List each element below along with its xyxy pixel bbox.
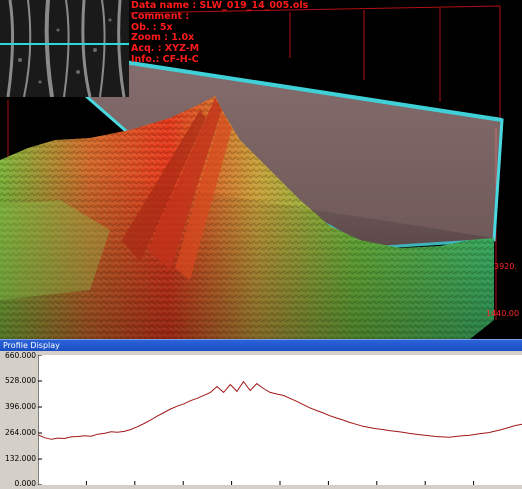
profile-series-line bbox=[38, 380, 522, 440]
info-comment: Comment : bbox=[131, 10, 190, 22]
profile-display-titlebar[interactable]: Profile Display bbox=[0, 339, 522, 351]
info-extra: Info.: CF-H-C bbox=[131, 53, 199, 65]
profile-chart bbox=[38, 355, 522, 485]
profile-display-panel: 660.000 528.000 396.000 264.000 132.000 … bbox=[0, 351, 522, 489]
acquisition-info: Data name : SLW_019_14_005.ols Comment :… bbox=[131, 0, 308, 66]
y-tick-label: 0.000 bbox=[14, 479, 36, 488]
profile-display-title: Profile Display bbox=[3, 341, 60, 350]
y-extent-label: 3920. bbox=[494, 262, 517, 271]
y-tick-label: 528.000 bbox=[4, 376, 36, 385]
y-tick-label: 132.000 bbox=[4, 454, 36, 463]
y-tick-label: 264.000 bbox=[4, 428, 36, 437]
y-tick-label: 660.000 bbox=[4, 351, 36, 360]
profile-plot-area[interactable] bbox=[38, 355, 522, 485]
y-tick-label: 396.000 bbox=[4, 402, 36, 411]
surface-thumbnail bbox=[0, 0, 129, 97]
3d-surface-viewport[interactable]: Data name : SLW_019_14_005.ols Comment :… bbox=[0, 0, 522, 339]
x-extent-label: 1440.00 bbox=[486, 309, 520, 318]
